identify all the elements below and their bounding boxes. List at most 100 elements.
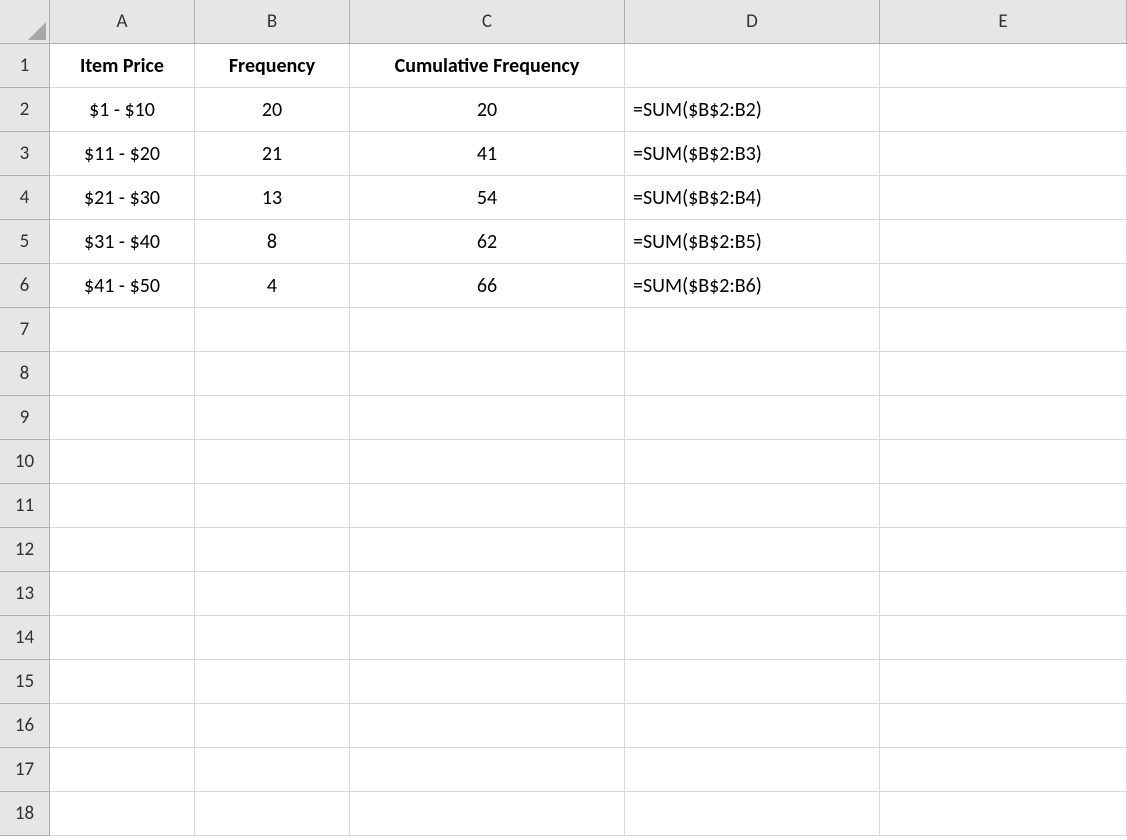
row-header-15[interactable]: 15 (0, 660, 50, 704)
cell-C5[interactable]: 62 (350, 220, 625, 264)
cell-C2[interactable]: 20 (350, 88, 625, 132)
cell-A6[interactable]: $41 - $50 (50, 264, 195, 308)
cell-B3[interactable]: 21 (195, 132, 350, 176)
cell-D17[interactable] (625, 748, 880, 792)
cell-E11[interactable] (880, 484, 1127, 528)
row-header-9[interactable]: 9 (0, 396, 50, 440)
cell-C1[interactable]: Cumulative Frequency (350, 44, 625, 88)
cell-B10[interactable] (195, 440, 350, 484)
row-header-11[interactable]: 11 (0, 484, 50, 528)
cell-B13[interactable] (195, 572, 350, 616)
cell-A13[interactable] (50, 572, 195, 616)
cell-A4[interactable]: $21 - $30 (50, 176, 195, 220)
row-header-7[interactable]: 7 (0, 308, 50, 352)
cell-E4[interactable] (880, 176, 1127, 220)
cell-A10[interactable] (50, 440, 195, 484)
cell-B4[interactable]: 13 (195, 176, 350, 220)
cell-C13[interactable] (350, 572, 625, 616)
cell-B2[interactable]: 20 (195, 88, 350, 132)
cell-E9[interactable] (880, 396, 1127, 440)
cell-D4[interactable]: =SUM($B$2:B4) (625, 176, 880, 220)
cell-C18[interactable] (350, 792, 625, 836)
row-header-17[interactable]: 17 (0, 748, 50, 792)
cell-E10[interactable] (880, 440, 1127, 484)
cell-A1[interactable]: Item Price (50, 44, 195, 88)
cell-B14[interactable] (195, 616, 350, 660)
cell-B15[interactable] (195, 660, 350, 704)
cell-A17[interactable] (50, 748, 195, 792)
col-header-C[interactable]: C (350, 0, 625, 44)
cell-C15[interactable] (350, 660, 625, 704)
cell-A5[interactable]: $31 - $40 (50, 220, 195, 264)
cell-B12[interactable] (195, 528, 350, 572)
col-header-A[interactable]: A (50, 0, 195, 44)
cell-A9[interactable] (50, 396, 195, 440)
cell-B11[interactable] (195, 484, 350, 528)
col-header-B[interactable]: B (195, 0, 350, 44)
cell-C16[interactable] (350, 704, 625, 748)
cell-B5[interactable]: 8 (195, 220, 350, 264)
row-header-5[interactable]: 5 (0, 220, 50, 264)
cell-D6[interactable]: =SUM($B$2:B6) (625, 264, 880, 308)
cell-D11[interactable] (625, 484, 880, 528)
cell-D1[interactable] (625, 44, 880, 88)
cell-C9[interactable] (350, 396, 625, 440)
cell-B1[interactable]: Frequency (195, 44, 350, 88)
cell-A16[interactable] (50, 704, 195, 748)
row-header-12[interactable]: 12 (0, 528, 50, 572)
row-header-1[interactable]: 1 (0, 44, 50, 88)
cell-E13[interactable] (880, 572, 1127, 616)
cell-D8[interactable] (625, 352, 880, 396)
cell-A18[interactable] (50, 792, 195, 836)
cell-B6[interactable]: 4 (195, 264, 350, 308)
row-header-6[interactable]: 6 (0, 264, 50, 308)
cell-E8[interactable] (880, 352, 1127, 396)
row-header-3[interactable]: 3 (0, 132, 50, 176)
cell-E2[interactable] (880, 88, 1127, 132)
cell-E15[interactable] (880, 660, 1127, 704)
cell-D9[interactable] (625, 396, 880, 440)
cell-E14[interactable] (880, 616, 1127, 660)
cell-E18[interactable] (880, 792, 1127, 836)
row-header-4[interactable]: 4 (0, 176, 50, 220)
cell-C6[interactable]: 66 (350, 264, 625, 308)
cell-A2[interactable]: $1 - $10 (50, 88, 195, 132)
cell-B9[interactable] (195, 396, 350, 440)
row-header-10[interactable]: 10 (0, 440, 50, 484)
cell-D18[interactable] (625, 792, 880, 836)
cell-D16[interactable] (625, 704, 880, 748)
cell-E6[interactable] (880, 264, 1127, 308)
cell-C12[interactable] (350, 528, 625, 572)
select-all-corner[interactable] (0, 0, 50, 44)
cell-A11[interactable] (50, 484, 195, 528)
cell-C14[interactable] (350, 616, 625, 660)
cell-E16[interactable] (880, 704, 1127, 748)
cell-C4[interactable]: 54 (350, 176, 625, 220)
cell-C3[interactable]: 41 (350, 132, 625, 176)
cell-D12[interactable] (625, 528, 880, 572)
cell-D13[interactable] (625, 572, 880, 616)
cell-D10[interactable] (625, 440, 880, 484)
cell-E5[interactable] (880, 220, 1127, 264)
cell-D2[interactable]: =SUM($B$2:B2) (625, 88, 880, 132)
cell-D14[interactable] (625, 616, 880, 660)
row-header-16[interactable]: 16 (0, 704, 50, 748)
cell-A8[interactable] (50, 352, 195, 396)
cell-B18[interactable] (195, 792, 350, 836)
cell-D3[interactable]: =SUM($B$2:B3) (625, 132, 880, 176)
cell-E3[interactable] (880, 132, 1127, 176)
cell-A12[interactable] (50, 528, 195, 572)
cell-D7[interactable] (625, 308, 880, 352)
cell-C10[interactable] (350, 440, 625, 484)
cell-D5[interactable]: =SUM($B$2:B5) (625, 220, 880, 264)
col-header-E[interactable]: E (880, 0, 1127, 44)
row-header-8[interactable]: 8 (0, 352, 50, 396)
cell-D15[interactable] (625, 660, 880, 704)
cell-A3[interactable]: $11 - $20 (50, 132, 195, 176)
cell-C17[interactable] (350, 748, 625, 792)
row-header-14[interactable]: 14 (0, 616, 50, 660)
cell-B17[interactable] (195, 748, 350, 792)
row-header-18[interactable]: 18 (0, 792, 50, 836)
cell-B16[interactable] (195, 704, 350, 748)
cell-A14[interactable] (50, 616, 195, 660)
